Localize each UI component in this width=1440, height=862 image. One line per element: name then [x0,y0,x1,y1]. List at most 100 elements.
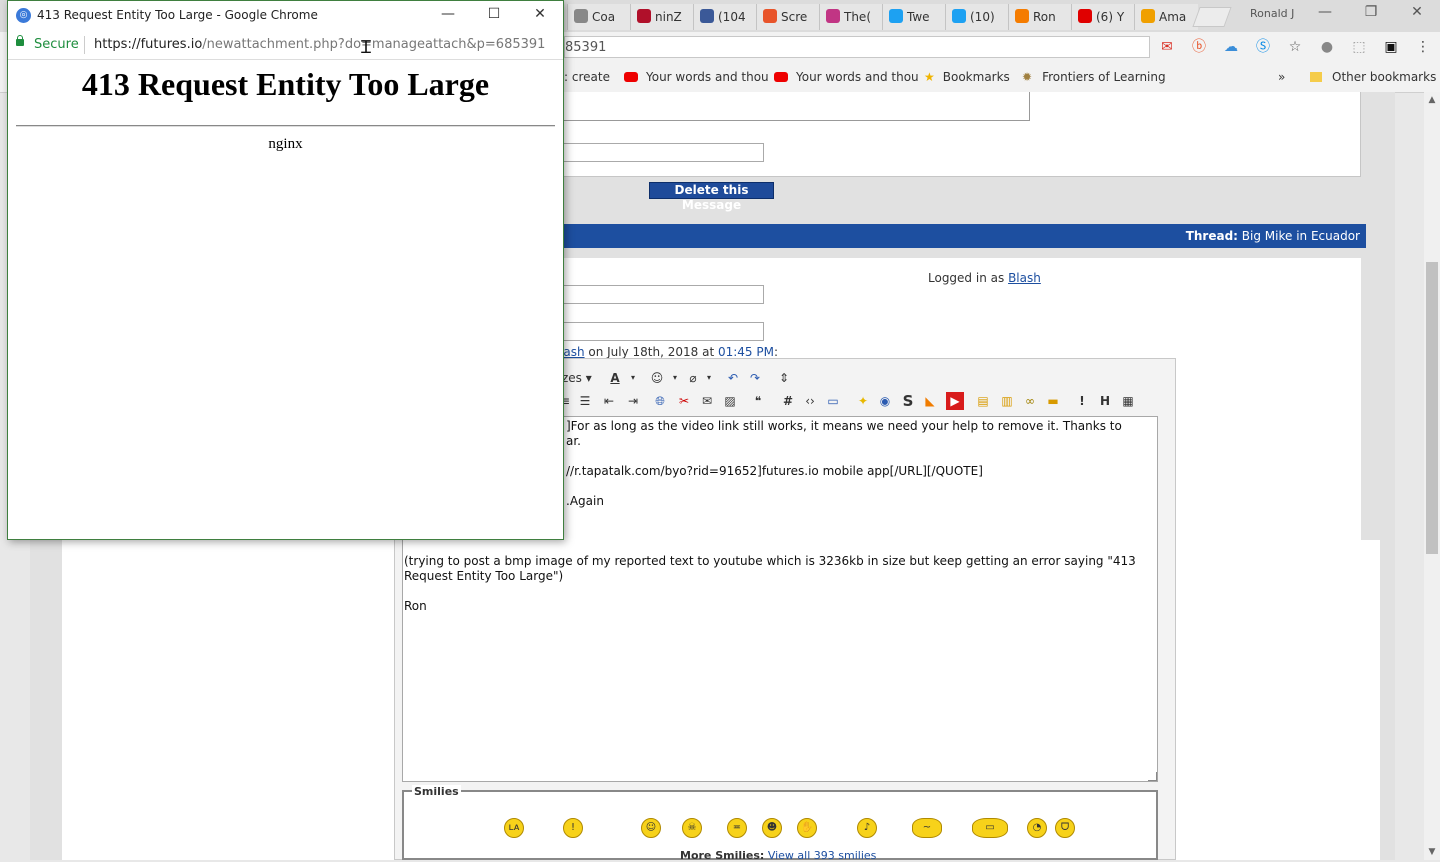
resize-editor-icon[interactable]: ⇕ [775,369,793,387]
reason-for-editing-input[interactable] [560,322,764,341]
popup-minimize-icon[interactable]: — [436,6,460,26]
resize-grip-icon[interactable] [1148,772,1157,781]
smiley-icon[interactable]: ☺ [648,369,666,387]
strike-s-icon[interactable]: S [899,392,917,410]
skype-icon[interactable]: Ⓢ [1254,38,1272,56]
view-all-smilies-link[interactable]: View all 393 smilies [768,849,877,862]
bookmark-label: Your words and thou [646,70,769,84]
bookmark-label: Bookmarks [942,70,1010,84]
tab-label: Scre [781,10,808,24]
bookmark-item[interactable]: Your words and thou [774,70,919,84]
remove-link-icon[interactable]: ✂ [675,392,693,410]
minimize-icon[interactable]: — [1310,4,1340,26]
smiley-pirate-icon[interactable]: ☠ [682,818,702,838]
popup-url[interactable]: https://futures.io/newattachment.php?do=… [94,37,545,52]
smiley-wave-icon[interactable]: ✋ [797,818,817,838]
outdent-icon[interactable]: ⇤ [600,392,618,410]
browser-tab[interactable]: Ama [1134,4,1198,30]
profile-name[interactable]: Ronald J [1250,7,1294,20]
scroll-up-icon[interactable]: ▲ [1424,92,1440,108]
disc-icon[interactable]: ◉ [876,392,894,410]
popup-maximize-icon[interactable]: ☐ [482,6,506,26]
chain-icon[interactable]: ∞ [1021,392,1039,410]
rss-icon[interactable]: ◣ [921,392,939,410]
menu-icon[interactable]: ⋮ [1414,38,1432,56]
hash-icon[interactable]: # [779,392,797,410]
close-icon[interactable]: ✕ [1402,4,1432,26]
insert-link-icon[interactable]: 🌐︎ [651,392,669,410]
spoiler-icon[interactable]: ▤ [974,392,992,410]
chevron-down-icon[interactable]: ▾ [624,369,642,387]
table-icon[interactable]: ▦ [1119,392,1137,410]
header-icon[interactable]: H [1096,392,1114,410]
extension-a-icon[interactable]: ▣ [1382,38,1400,56]
indent-icon[interactable]: ⇥ [624,392,642,410]
popup-close-icon[interactable]: ✕ [528,6,552,26]
omnibox[interactable]: 85391 [564,36,1150,58]
box-icon[interactable]: ▬ [1044,392,1062,410]
reason-input[interactable] [560,143,764,162]
smiley-grin-icon[interactable]: ᗜ [1055,818,1075,838]
undo-icon[interactable]: ↶ [724,369,742,387]
chevron-down-icon[interactable]: ▾ [666,369,684,387]
text-color-icon[interactable]: A [606,369,624,387]
gmail-icon[interactable]: ✉ [1158,38,1176,56]
cloud-icon[interactable]: ☁ [1222,38,1240,56]
redo-icon[interactable]: ↷ [746,369,764,387]
pdf-icon[interactable]: ⬚ [1350,38,1368,56]
restore-icon[interactable]: ❐ [1356,4,1386,26]
text-cursor-icon: Ɪ [361,37,372,58]
tab-label: Ama [1159,10,1187,24]
lightbulb-icon[interactable]: ✦ [854,392,872,410]
browser-tab[interactable]: ninZ [630,4,694,30]
insert-image-icon[interactable]: ▨ [721,392,739,410]
extension-circle-icon[interactable]: ● [1318,38,1336,56]
tab-label: Ron [1033,10,1056,24]
secure-label[interactable]: Secure [34,37,79,52]
browser-tab[interactable]: (6) Y [1071,4,1135,30]
smiley-dance-icon[interactable]: ♪ [857,818,877,838]
smiley-chef-icon[interactable]: ◔ [1027,818,1047,838]
insert-email-icon[interactable]: ✉ [698,392,716,410]
youtube-icon[interactable]: ▶ [946,392,964,410]
browser-tab[interactable]: Twe [882,4,946,30]
font-size-select[interactable]: zes ▾ [562,369,598,387]
message-line: Request Entity Too Large") [404,569,564,583]
smiley-smile-icon[interactable]: ☺ [641,818,661,838]
code-icon[interactable]: ‹› [801,392,819,410]
delete-message-button[interactable]: Delete this Message [649,182,774,212]
extension-b-icon[interactable]: ⓑ [1190,38,1208,56]
title-input[interactable] [560,285,764,304]
lock-icon[interactable] [16,39,24,46]
smiley-ufo-icon[interactable]: ~ [912,818,942,838]
smiley-wink-icon[interactable]: ☻ [762,818,782,838]
bookmark-item[interactable]: ✹ Frontiers of Learning [1022,70,1166,84]
smiley-la-icon[interactable]: ʟᴀ [504,818,524,838]
browser-tab[interactable]: (10) [945,4,1009,30]
smiley-ninja-icon[interactable]: ≖ [727,818,747,838]
bookmark-item[interactable]: ★ Bookmarks [924,70,1010,84]
bulleted-list-icon[interactable]: ☰ [576,392,594,410]
book-icon[interactable]: ▥ [998,392,1016,410]
other-bookmarks[interactable]: Other bookmarks [1310,70,1436,84]
logged-in-user-link[interactable]: Blash [1008,271,1041,285]
scroll-down-icon[interactable]: ▼ [1424,844,1440,860]
smilies-legend: Smilies [412,785,461,798]
browser-tab[interactable]: (104 [693,4,757,30]
browser-tab[interactable]: Coa [567,4,631,30]
browser-tab[interactable]: Scre [756,4,820,30]
php-icon[interactable]: ▭ [824,392,842,410]
star-icon[interactable]: ☆ [1286,38,1304,56]
exclamation-icon[interactable]: ! [1073,392,1091,410]
browser-tab[interactable]: Ron [1008,4,1072,30]
scrollbar-thumb[interactable] [1426,262,1438,554]
bookmarks-overflow-button[interactable]: » [1278,70,1285,84]
quote-icon[interactable]: ❝ [749,392,767,410]
smiley-computer-icon[interactable]: ▭ [972,818,1008,838]
bookmark-item[interactable]: : create [564,70,610,84]
browser-tab[interactable]: The( [819,4,883,30]
bookmark-item[interactable]: Your words and thou [624,70,769,84]
document-icon [574,9,588,23]
chevron-down-icon[interactable]: ▾ [700,369,718,387]
smiley-lightbulb-icon[interactable]: ! [563,818,583,838]
